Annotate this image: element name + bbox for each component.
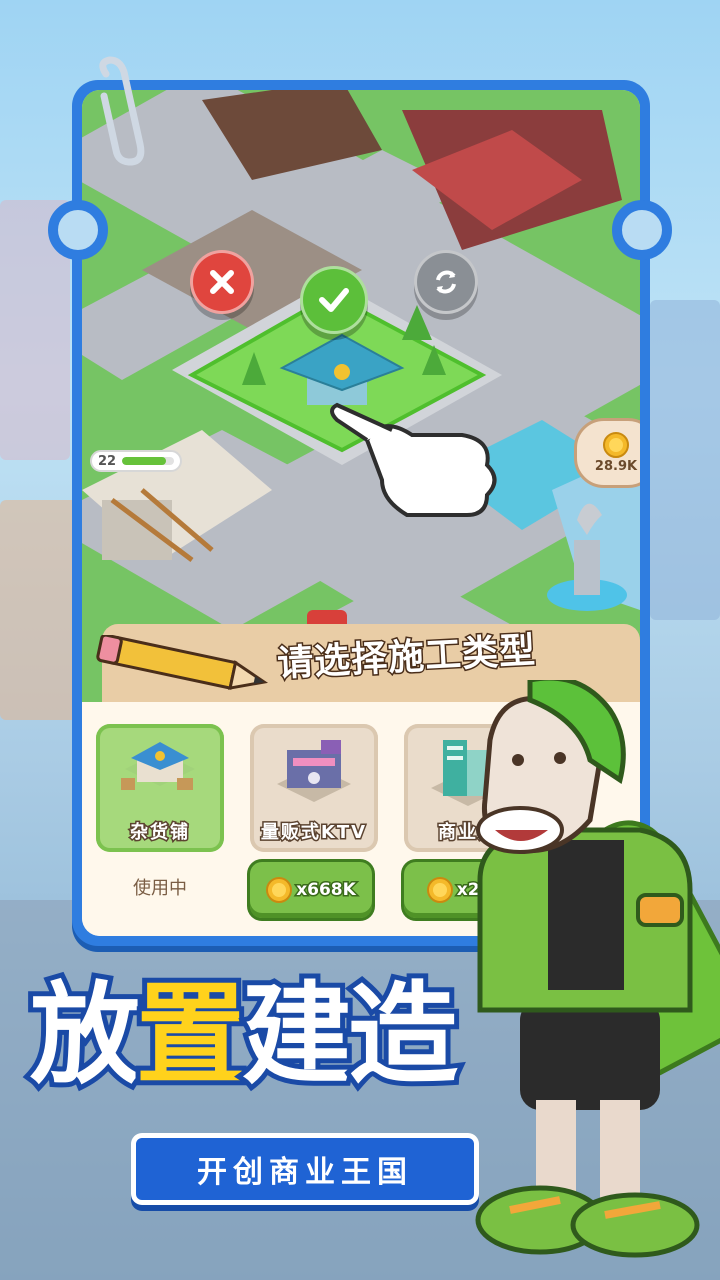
coin-icon	[266, 877, 293, 903]
shop-item-grocery[interactable]: 杂货铺 使用中	[96, 724, 224, 900]
shop-item-ktv[interactable]: 量贩式KTV x668K	[250, 724, 378, 918]
city-map[interactable]: 28.9K 22 请选择施工类型	[82, 90, 640, 702]
level-number: 22	[98, 453, 117, 469]
cancel-button[interactable]	[190, 250, 254, 314]
coin-icon	[603, 432, 629, 458]
close-icon	[210, 270, 234, 294]
ktv-building-icon	[277, 740, 351, 802]
level-bar	[122, 457, 174, 465]
subtitle-banner: 开创商业王国	[136, 1138, 474, 1200]
horse-mascot	[475, 680, 720, 1258]
headline-char: 放	[25, 971, 145, 1099]
check-icon	[319, 288, 349, 312]
item-tile[interactable]: 杂货铺	[96, 724, 224, 852]
coin-collect-bubble[interactable]: 28.9K	[574, 418, 640, 488]
city-map-art	[82, 90, 640, 702]
level-progress: 22	[90, 450, 182, 472]
item-name: 杂货铺	[129, 821, 190, 845]
ticket-notch-right	[612, 200, 672, 260]
pencil-icon	[96, 635, 269, 690]
headline-char: 建	[237, 971, 357, 1099]
rotate-button[interactable]	[414, 250, 478, 314]
price-label: x668K	[295, 879, 358, 902]
item-tile[interactable]: 量贩式KTV	[250, 724, 378, 852]
coin-bubble-value: 28.9K	[594, 459, 638, 474]
background-building	[650, 300, 720, 620]
buy-ktv-button[interactable]: x668K	[250, 862, 372, 918]
item-status: 使用中	[133, 878, 187, 899]
headline-char: 造	[343, 971, 463, 1099]
grocery-store-icon	[121, 742, 195, 790]
level-fill	[122, 457, 167, 465]
headline: 放置建造	[25, 975, 463, 1095]
subtitle-text: 开创商业王国	[197, 1155, 413, 1190]
item-name: 量贩式KTV	[259, 821, 368, 845]
background-building	[0, 500, 80, 720]
paperclip-icon	[99, 56, 145, 166]
confirm-button[interactable]	[300, 266, 368, 334]
headline-char: 置	[131, 971, 251, 1099]
ticket-notch-left	[48, 200, 108, 260]
rotate-icon	[436, 270, 456, 294]
